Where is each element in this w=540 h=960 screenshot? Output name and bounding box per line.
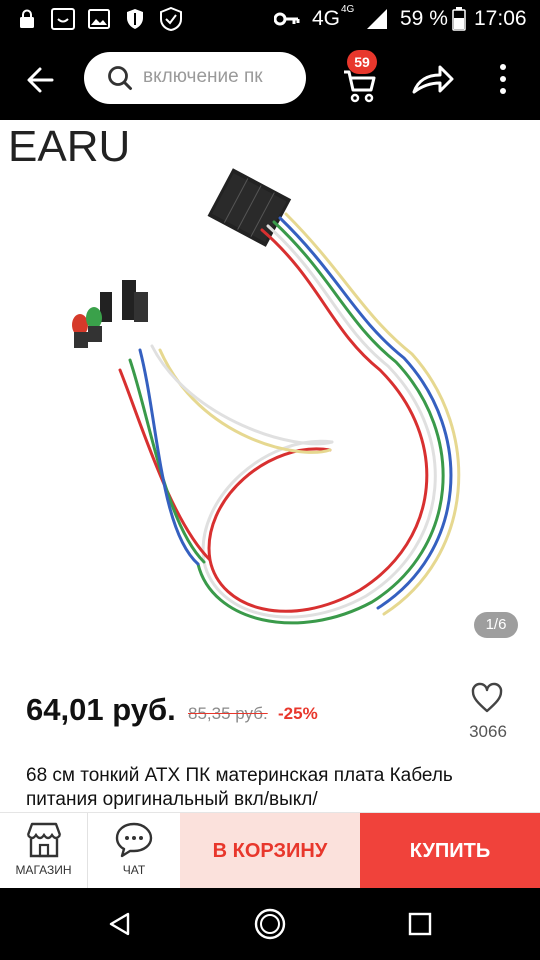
battery-icon [446,6,472,32]
more-vertical-icon [500,64,506,94]
product-photo [72,168,461,625]
chat-button[interactable]: ЧАТ [88,813,180,889]
share-icon [412,65,454,94]
heart-icon [471,682,503,713]
battery-percent: 59 % [400,7,448,30]
add-to-cart-button[interactable]: В КОРЗИНУ [180,813,360,889]
image-counter: 1/6 [474,612,518,638]
search-input[interactable]: включение пк [84,52,306,104]
system-nav-bar [0,888,540,960]
network-type: 4G [312,7,341,30]
cart-count-badge: 59 [347,50,377,74]
current-price: 64,01 руб. [26,692,176,727]
product-image-gallery[interactable]: EARU 1/6 [0,120,540,660]
lock-icon [14,6,40,32]
top-bar: включение пк 59 [0,38,540,120]
face-icon [50,6,76,32]
more-options-button[interactable] [488,58,518,100]
nav-recents-icon [408,912,432,936]
nav-home-button[interactable] [252,906,288,942]
product-info: 64,01 руб. 85,35 руб. -25% 3066 68 см то… [0,660,540,812]
search-text: включение пк [143,66,263,87]
cart-button[interactable]: 59 [336,48,392,110]
share-button[interactable] [408,56,456,102]
product-title: 68 см тонкий ATX ПК материнская плата Ка… [26,765,453,810]
back-button[interactable] [22,60,62,100]
clock: 17:06 [474,7,527,30]
old-price: 85,35 руб. [188,704,268,723]
vpn-shield-icon [158,6,184,32]
search-icon [108,66,132,90]
chat-icon [115,822,153,858]
back-arrow-icon [27,67,54,93]
chat-label: ЧАТ [122,863,146,877]
signal-icon [364,6,390,32]
action-bar: МАГАЗИН ЧАТ В КОРЗИНУ КУПИТЬ [0,812,540,889]
nav-back-button[interactable] [102,906,138,942]
store-label: МАГАЗИН [15,863,72,877]
shield-icon [122,6,148,32]
network-type-small: 4G [341,4,355,15]
image-icon [86,6,112,32]
buy-now-button[interactable]: КУПИТЬ [360,813,540,889]
discount-badge: -25% [278,704,318,723]
nav-home-icon [254,908,286,940]
key-icon [274,6,300,32]
wishlist-count: 3066 [469,722,507,741]
nav-back-icon [109,912,130,936]
status-bar: 4G 4G 59 % 17:06 [0,0,540,38]
store-button[interactable]: МАГАЗИН [0,813,88,889]
store-icon [26,822,61,858]
nav-recents-button[interactable] [402,906,438,942]
